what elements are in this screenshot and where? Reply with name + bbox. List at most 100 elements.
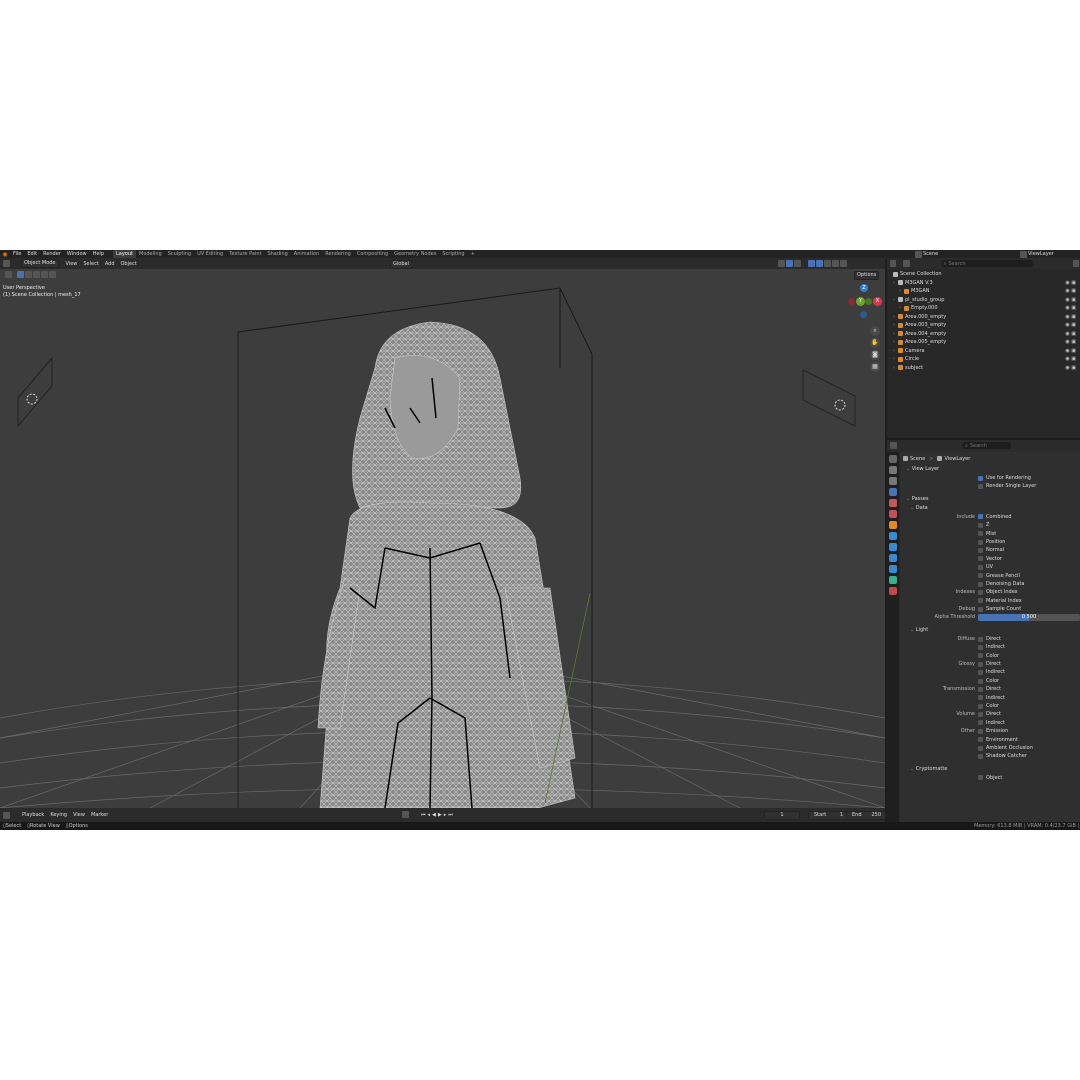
visibility-eye-icon[interactable]: ◉ ▣ bbox=[1065, 321, 1076, 330]
workspace-tab-geometry-nodes[interactable]: Geometry Nodes bbox=[391, 250, 439, 258]
gizmo-neg-y-axis[interactable] bbox=[865, 298, 872, 305]
view-layer-tab-icon[interactable] bbox=[889, 488, 897, 496]
pass-checkbox[interactable] bbox=[978, 712, 983, 718]
workspace-tab-rendering[interactable]: Rendering bbox=[322, 250, 354, 258]
workspace-tab-compositing[interactable]: Compositing bbox=[354, 250, 391, 258]
pass-checkbox[interactable] bbox=[978, 728, 983, 734]
visibility-eye-icon[interactable]: ◉ ▣ bbox=[1065, 304, 1076, 313]
pass-checkbox[interactable] bbox=[978, 737, 983, 743]
outliner-editor-type-icon[interactable] bbox=[890, 260, 897, 267]
timeline-editor-type-icon[interactable] bbox=[3, 811, 10, 819]
select-mode-invert-icon[interactable] bbox=[41, 271, 48, 278]
use-for-rendering-row[interactable]: Use for Rendering bbox=[900, 474, 1080, 482]
visibility-eye-icon[interactable]: ◉ ▣ bbox=[1065, 279, 1076, 288]
pass-row[interactable]: UV bbox=[900, 563, 1080, 571]
start-frame-field[interactable]: Start 1 bbox=[808, 811, 848, 820]
outliner-item[interactable]: › Circle ◉ ▣ bbox=[893, 355, 1078, 364]
properties-editor-type-icon[interactable] bbox=[890, 442, 897, 449]
crypto-object-checkbox[interactable] bbox=[978, 775, 983, 781]
debug-row[interactable]: Debug Sample Count bbox=[900, 605, 1080, 613]
viewport-menu-add[interactable]: Add bbox=[102, 260, 118, 268]
pass-row[interactable]: Indirect bbox=[900, 668, 1080, 676]
pass-row[interactable]: Glossy Direct bbox=[900, 660, 1080, 668]
timeline-menu-playback[interactable]: Playback bbox=[19, 811, 47, 819]
render-tab-icon[interactable] bbox=[889, 466, 897, 474]
outliner-item[interactable]: › M3GAN V.3 ◉ ▣ bbox=[893, 279, 1078, 288]
pass-checkbox[interactable] bbox=[978, 670, 983, 676]
pass-checkbox[interactable] bbox=[978, 556, 983, 562]
pass-checkbox[interactable] bbox=[978, 581, 983, 587]
pass-checkbox[interactable] bbox=[978, 573, 983, 579]
pass-checkbox[interactable] bbox=[978, 754, 983, 760]
3d-viewport[interactable]: Object Mode View Select Add Object Global O… bbox=[0, 258, 885, 808]
passes-section-header[interactable]: ⌄ Passes bbox=[900, 495, 1080, 504]
workspace-tab-uv-editing[interactable]: UV Editing bbox=[194, 250, 226, 258]
outliner-item[interactable]: › subject ◉ ▣ bbox=[893, 364, 1078, 373]
workspace-tab-texture-paint[interactable]: Texture Paint bbox=[226, 250, 264, 258]
pan-hand-icon[interactable]: ✋ bbox=[870, 338, 880, 348]
cryptomatte-subsection-header[interactable]: ⌄ Cryptomatte bbox=[900, 765, 1080, 774]
gizmo-z-axis[interactable]: Z bbox=[860, 284, 868, 292]
pass-row[interactable]: Grease Pencil bbox=[900, 572, 1080, 580]
pass-row[interactable]: Environment bbox=[900, 736, 1080, 744]
timeline-menu-marker[interactable]: Marker bbox=[88, 811, 111, 819]
pass-row[interactable]: Indirect bbox=[900, 719, 1080, 727]
gizmo-neg-z-axis[interactable] bbox=[860, 311, 867, 318]
play-icon[interactable]: ▶ bbox=[438, 812, 442, 818]
pass-checkbox[interactable] bbox=[978, 548, 983, 554]
pass-row[interactable]: Normal bbox=[900, 546, 1080, 554]
visibility-eye-icon[interactable]: ◉ ▣ bbox=[1065, 355, 1076, 364]
outliner-search[interactable]: ⌕ Search bbox=[940, 260, 1033, 267]
outliner-item[interactable]: › Area.000_empty ◉ ▣ bbox=[893, 313, 1078, 322]
material-tab-icon[interactable] bbox=[889, 587, 897, 595]
viewport-menu-view[interactable]: View bbox=[63, 260, 81, 268]
add-workspace-button[interactable]: + bbox=[468, 250, 478, 258]
jump-end-icon[interactable]: ⏭ bbox=[448, 812, 453, 818]
editor-type-icon[interactable] bbox=[3, 260, 10, 267]
outliner-item[interactable]: › Camera ◉ ▣ bbox=[893, 347, 1078, 356]
use-for-rendering-checkbox[interactable] bbox=[978, 475, 983, 481]
outliner-item[interactable]: › M3GAN ◉ ▣ bbox=[893, 287, 1078, 296]
physics-tab-icon[interactable] bbox=[889, 554, 897, 562]
timeline-menu-view[interactable]: View bbox=[70, 811, 88, 819]
modifier-tab-icon[interactable] bbox=[889, 532, 897, 540]
pass-checkbox[interactable] bbox=[978, 644, 983, 650]
camera-view-icon[interactable]: ◙ bbox=[870, 350, 880, 360]
perspective-toggle-icon[interactable]: ▦ bbox=[870, 362, 880, 372]
mode-dropdown[interactable]: Object Mode bbox=[21, 259, 59, 268]
current-frame-field[interactable]: 1 bbox=[764, 811, 800, 820]
scene-tab-icon[interactable] bbox=[889, 499, 897, 507]
navigation-gizmo[interactable]: Z Y X bbox=[846, 284, 884, 322]
select-mode-new-icon[interactable] bbox=[17, 271, 24, 278]
view-layer-selector[interactable]: ViewLayer bbox=[1020, 250, 1054, 258]
next-keyframe-icon[interactable]: ▸ bbox=[444, 812, 447, 818]
pass-row[interactable]: Transmission Direct bbox=[900, 685, 1080, 693]
properties-search[interactable]: ⌕ Search bbox=[962, 442, 1011, 449]
rendered-shading-icon[interactable] bbox=[840, 260, 847, 267]
viewport-menu-object[interactable]: Object bbox=[118, 260, 140, 268]
tool-tab-icon[interactable] bbox=[889, 455, 897, 463]
pass-row[interactable]: Z bbox=[900, 521, 1080, 529]
pass-row[interactable]: Denoising Data bbox=[900, 580, 1080, 588]
render-single-layer-row[interactable]: Render Single Layer bbox=[900, 482, 1080, 490]
select-mode-intersect-icon[interactable] bbox=[49, 271, 56, 278]
prev-keyframe-icon[interactable]: ◂ bbox=[428, 812, 431, 818]
pass-row[interactable]: Position bbox=[900, 538, 1080, 546]
material-shading-icon[interactable] bbox=[832, 260, 839, 267]
pass-checkbox[interactable] bbox=[978, 653, 983, 659]
world-tab-icon[interactable] bbox=[889, 510, 897, 518]
pass-checkbox[interactable] bbox=[978, 695, 983, 701]
visibility-icon[interactable] bbox=[778, 260, 785, 267]
overlay-toggle-icon[interactable] bbox=[794, 260, 801, 267]
pass-checkbox[interactable] bbox=[978, 636, 983, 642]
pass-checkbox[interactable] bbox=[978, 531, 983, 537]
constraints-tab-icon[interactable] bbox=[889, 565, 897, 573]
scene-selector[interactable]: Scene bbox=[915, 250, 938, 258]
jump-start-icon[interactable]: ⏮ bbox=[421, 812, 426, 818]
pass-checkbox[interactable] bbox=[978, 720, 983, 726]
pass-checkbox[interactable] bbox=[978, 745, 983, 751]
blender-logo-icon[interactable]: ◉ bbox=[0, 251, 10, 258]
pass-checkbox[interactable] bbox=[978, 686, 983, 692]
gizmo-y-axis[interactable]: Y bbox=[856, 297, 865, 306]
pass-checkbox[interactable] bbox=[978, 703, 983, 709]
